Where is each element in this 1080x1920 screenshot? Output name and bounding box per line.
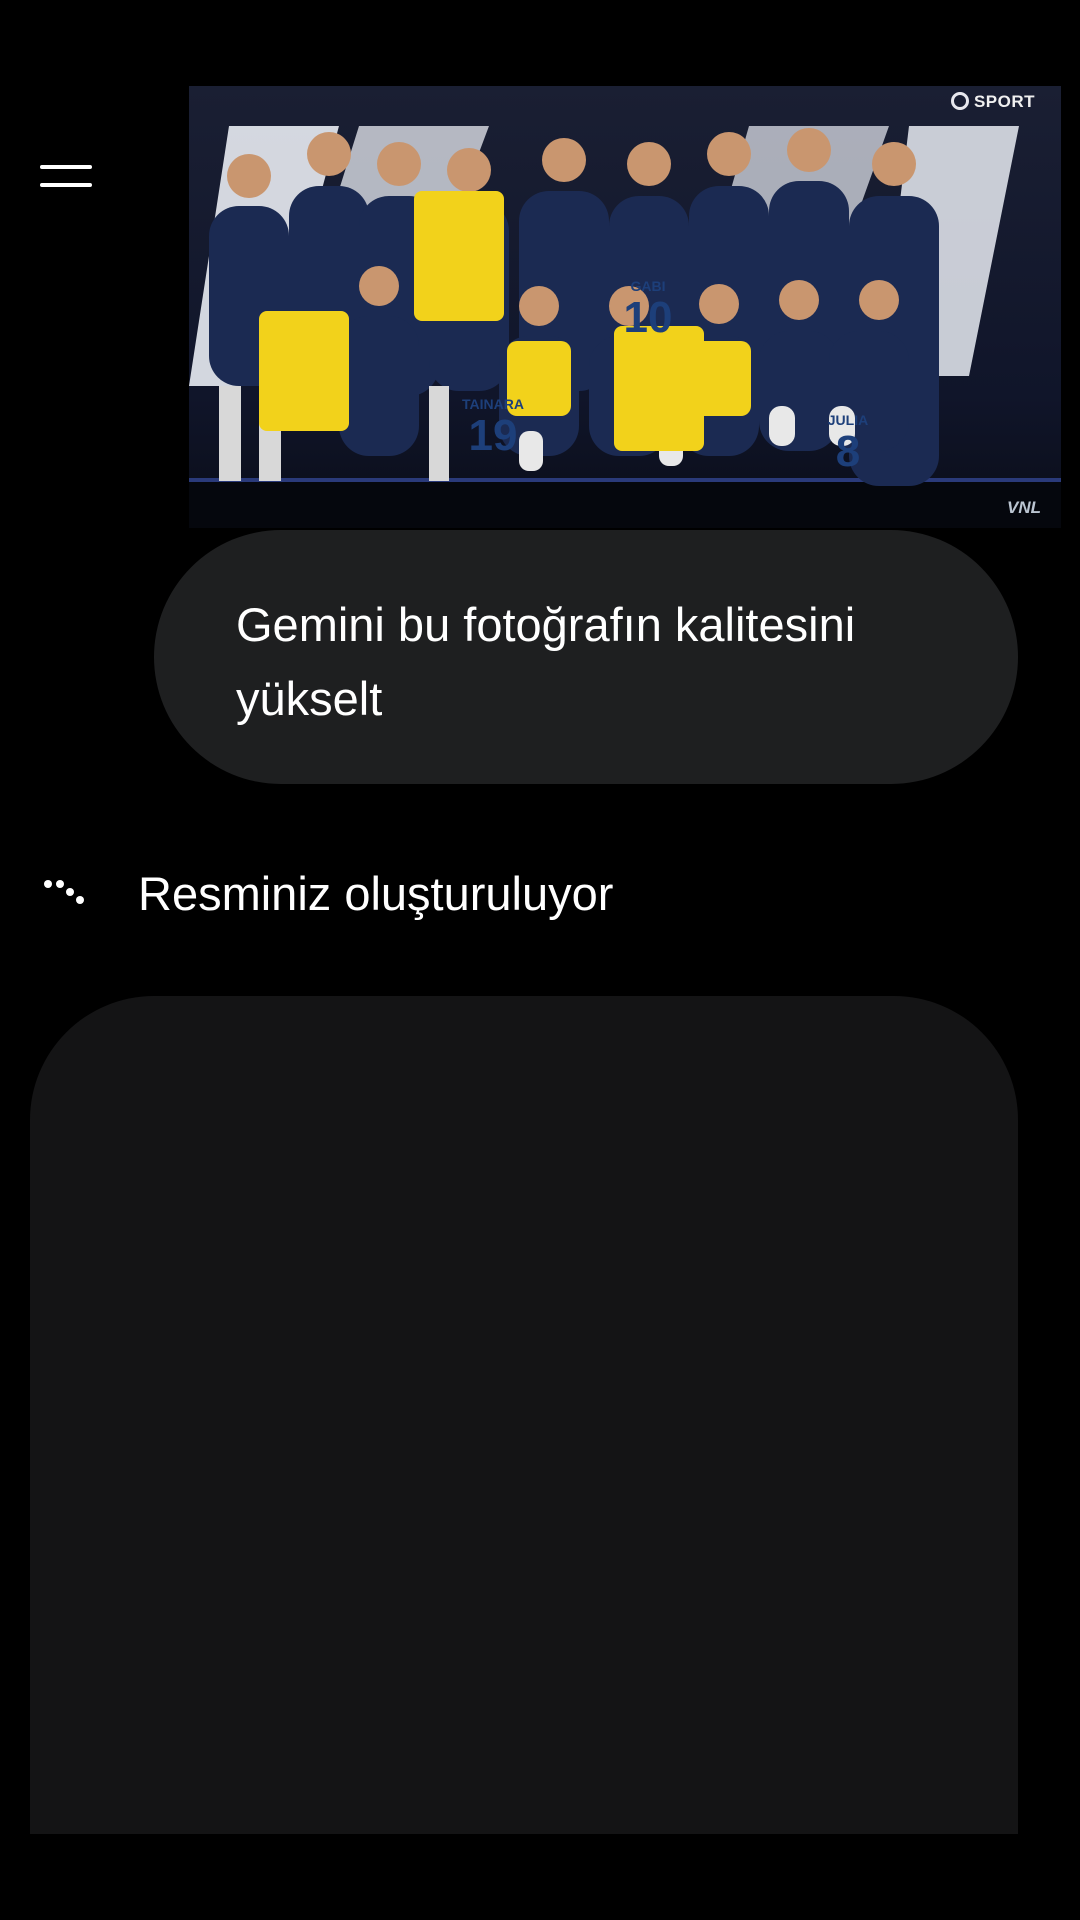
generation-status: Resminiz oluşturuluyor (40, 858, 613, 928)
jersey-number: 8 (835, 427, 861, 476)
jersey-name: JULIA (827, 412, 869, 428)
broadcaster-logo-icon (950, 92, 969, 110)
jersey-name: GABI (630, 278, 666, 294)
hamburger-menu-icon (40, 165, 92, 169)
league-watermark: VNL (1007, 498, 1041, 517)
broadcaster-logo: SPORT (950, 92, 1035, 112)
uploaded-photo[interactable]: TAINARA 19 GABI 10 JULIA 8 SPORT VNL (189, 86, 1061, 528)
jersey-gabi: GABI 10 (603, 278, 693, 342)
hamburger-menu-icon-bar (40, 183, 92, 187)
jersey-number: 19 (468, 411, 518, 460)
menu-button[interactable] (40, 148, 116, 204)
jersey-julia: JULIA 8 (803, 412, 893, 476)
generated-image-placeholder (30, 996, 1018, 1834)
status-text: Resminiz oluşturuluyor (138, 866, 614, 920)
broadcaster-name: SPORT (973, 92, 1035, 111)
jersey-name: TAINARA (462, 396, 524, 412)
loading-dots-icon (40, 878, 88, 908)
user-prompt-text: Gemini bu fotoğrafın kalitesini yükselt (236, 598, 856, 725)
jersey-tainara: TAINARA 19 (448, 396, 538, 460)
user-prompt-bubble: Gemini bu fotoğrafın kalitesini yükselt (154, 530, 1018, 784)
jersey-number: 10 (623, 293, 673, 342)
